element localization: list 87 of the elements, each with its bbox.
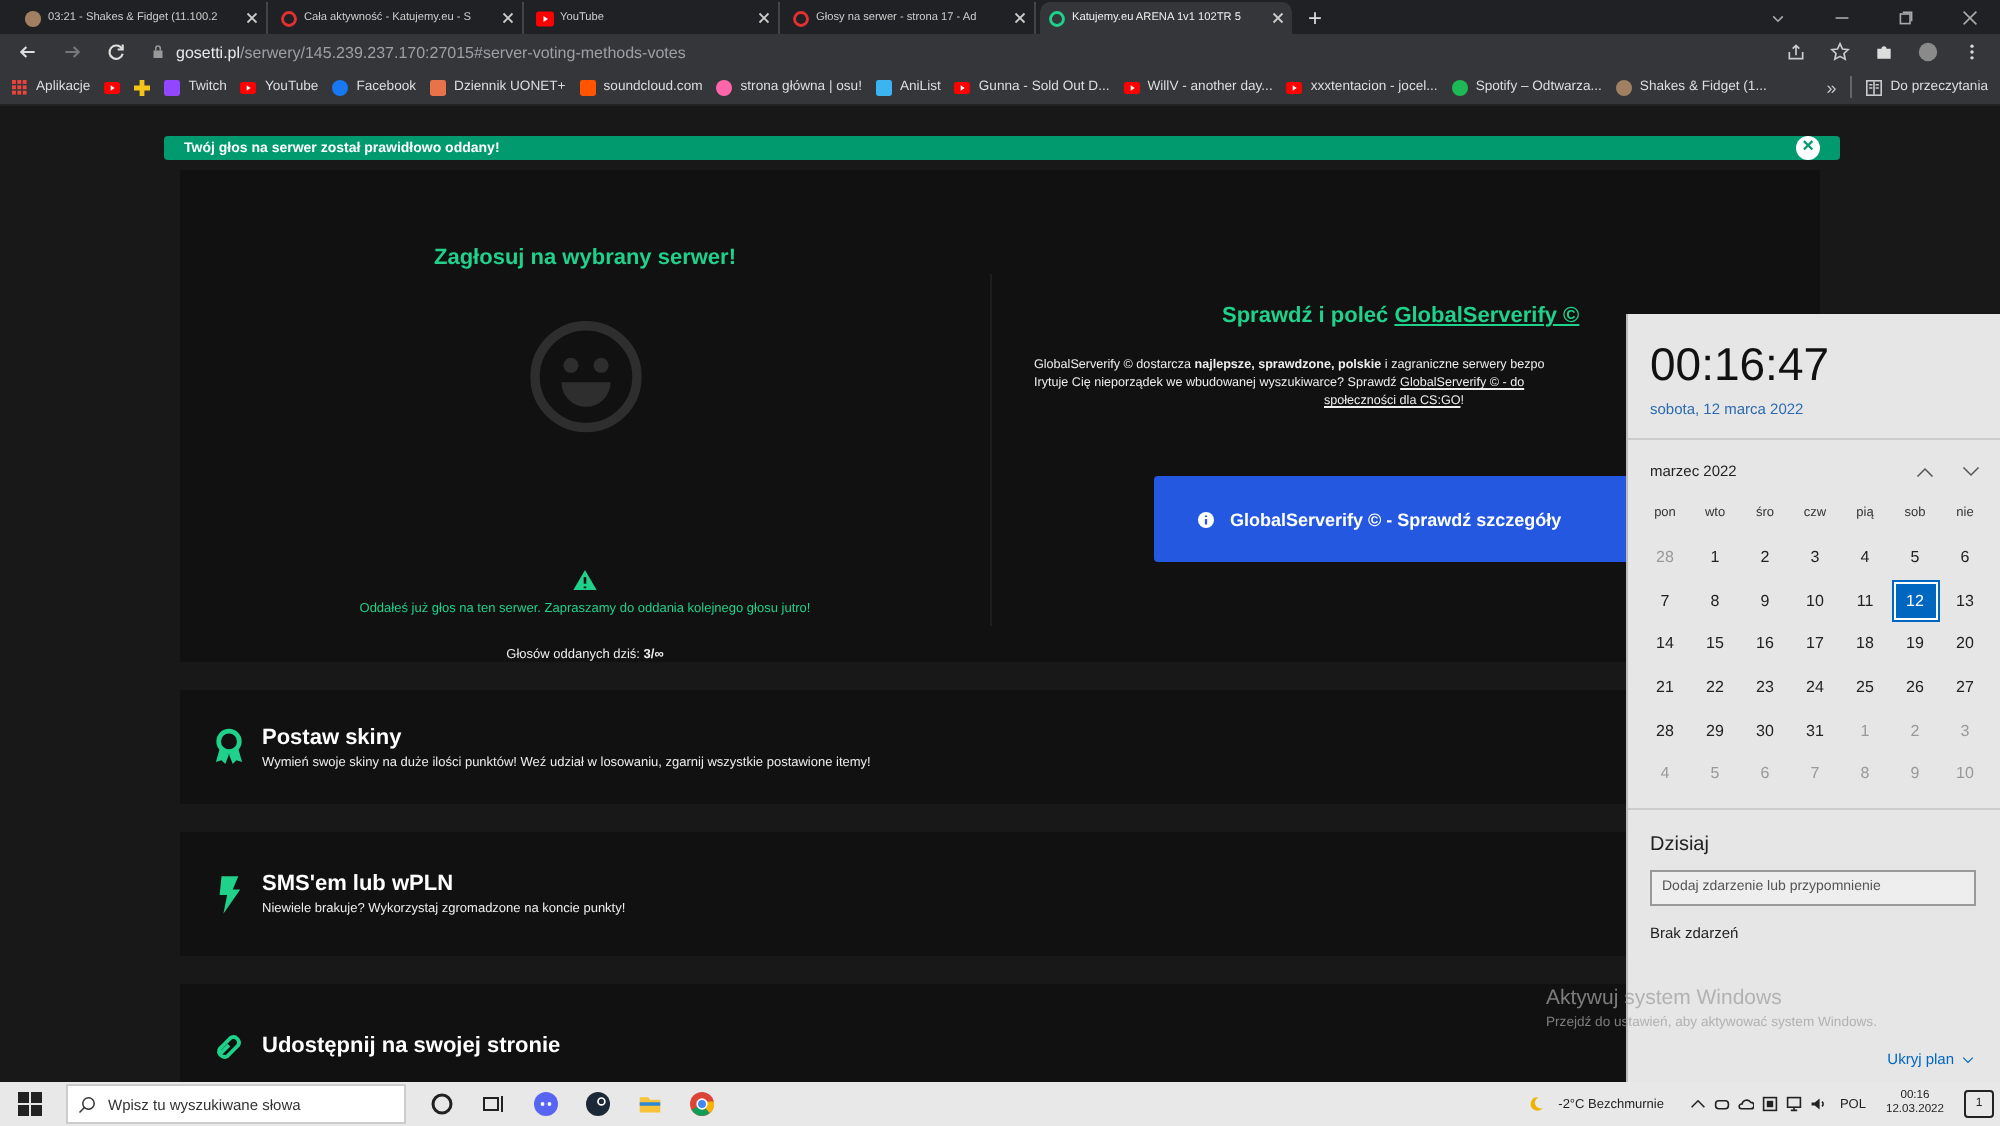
discord-icon[interactable] bbox=[534, 1092, 558, 1116]
calendar-day[interactable]: 27 bbox=[1943, 668, 1987, 707]
windows-start-icon[interactable] bbox=[18, 1092, 42, 1116]
cloud-icon[interactable] bbox=[1737, 1096, 1754, 1112]
chrome-icon[interactable] bbox=[690, 1092, 714, 1116]
new-tab-button[interactable]: + bbox=[1296, 4, 1335, 34]
url-host: gosetti.pl bbox=[176, 43, 241, 61]
promo-link[interactable]: GlobalServerify © bbox=[1394, 304, 1580, 328]
clock-time: 00:16:47 bbox=[1648, 336, 1832, 392]
calendar-day[interactable]: 22 bbox=[1693, 668, 1737, 707]
reload-icon[interactable] bbox=[106, 42, 126, 62]
chevron-down-icon[interactable] bbox=[1770, 10, 1786, 26]
calendar-day[interactable]: 1 bbox=[1693, 538, 1737, 577]
search-icon bbox=[78, 1096, 96, 1114]
calendar-day[interactable]: 20 bbox=[1943, 624, 1987, 663]
calendar-day[interactable]: 30 bbox=[1743, 711, 1787, 750]
steam-icon[interactable] bbox=[586, 1092, 610, 1116]
calendar-day[interactable]: 31 bbox=[1793, 711, 1837, 750]
close-icon[interactable] bbox=[502, 12, 514, 24]
ring-icon bbox=[792, 9, 810, 27]
feature-title: SMS'em lub wPLN bbox=[262, 872, 456, 896]
close-icon[interactable] bbox=[758, 12, 770, 24]
calendar-day[interactable]: 11 bbox=[1843, 581, 1887, 620]
calendar-day[interactable]: 28 bbox=[1643, 711, 1687, 750]
calendar-day[interactable]: 5 bbox=[1893, 538, 1937, 577]
more-bookmarks-button[interactable]: » bbox=[1826, 77, 1837, 97]
calendar-day[interactable]: 7 bbox=[1643, 581, 1687, 620]
calendar-day[interactable]: 16 bbox=[1743, 624, 1787, 663]
calendar-day[interactable]: 18 bbox=[1843, 624, 1887, 663]
chevron-up-icon[interactable] bbox=[1689, 1096, 1706, 1112]
reading-list-icon bbox=[1866, 79, 1883, 95]
ring-icon bbox=[1048, 9, 1066, 27]
calendar-day[interactable]: 13 bbox=[1943, 581, 1987, 620]
promo-heading: Sprawdź i poleć GlobalServerify © bbox=[1220, 304, 1582, 328]
app-tray-icon[interactable] bbox=[1761, 1096, 1778, 1112]
circle-icon[interactable] bbox=[430, 1092, 454, 1116]
chevron-up-icon[interactable] bbox=[1916, 465, 1934, 477]
chevron-down-icon bbox=[1962, 1055, 1974, 1063]
url-path: /serwery/145.239.237.170:27015#server-voting-methods-votes bbox=[240, 43, 686, 61]
character-icon bbox=[24, 9, 42, 27]
lightning-bolt-icon bbox=[214, 875, 244, 913]
star-icon[interactable] bbox=[1830, 42, 1850, 62]
close-icon[interactable] bbox=[1272, 12, 1284, 24]
back-arrow-icon[interactable] bbox=[18, 42, 38, 62]
close-icon[interactable] bbox=[246, 12, 258, 24]
folder-icon[interactable] bbox=[638, 1092, 662, 1116]
task-view-icon[interactable] bbox=[482, 1092, 506, 1116]
calendar-day[interactable]: 26 bbox=[1893, 668, 1937, 707]
calendar-day[interactable]: 15 bbox=[1693, 624, 1737, 663]
calendar-day[interactable]: 23 bbox=[1743, 668, 1787, 707]
calendar-day[interactable]: 4 bbox=[1843, 538, 1887, 577]
feature-title: Udostępnij na swojej stronie bbox=[262, 1034, 561, 1058]
calendar-day[interactable]: 19 bbox=[1893, 624, 1937, 663]
restore-icon[interactable] bbox=[1898, 10, 1914, 26]
close-button[interactable]: × bbox=[1796, 136, 1820, 160]
award-ribbon-icon bbox=[214, 728, 244, 766]
calendar-day[interactable]: 10 bbox=[1793, 581, 1837, 620]
calendar-day[interactable]: 25 bbox=[1843, 668, 1887, 707]
feature-title: Postaw skiny bbox=[262, 725, 404, 749]
calendar-day[interactable]: 6 bbox=[1943, 538, 1987, 577]
calendar-day[interactable]: 9 bbox=[1743, 581, 1787, 620]
calendar-day[interactable]: 12 bbox=[1893, 581, 1937, 620]
smiley-face-icon bbox=[525, 320, 645, 434]
calendar-day[interactable]: 8 bbox=[1693, 581, 1737, 620]
info-icon bbox=[1198, 511, 1214, 527]
calendar-day[interactable]: 21 bbox=[1643, 668, 1687, 707]
lock-icon bbox=[152, 44, 164, 60]
calendar-day[interactable]: 17 bbox=[1793, 624, 1837, 663]
calendar-day[interactable]: 14 bbox=[1643, 624, 1687, 663]
calendar-day[interactable]: 3 bbox=[1793, 538, 1837, 577]
close-icon[interactable] bbox=[1014, 12, 1026, 24]
calendar-day[interactable]: 24 bbox=[1793, 668, 1837, 707]
warning-icon bbox=[572, 569, 598, 590]
share-icon[interactable] bbox=[1786, 42, 1806, 62]
close-icon[interactable] bbox=[1962, 10, 1978, 26]
forward-arrow-icon[interactable] bbox=[62, 42, 82, 62]
speaker-icon[interactable] bbox=[1809, 1096, 1826, 1112]
chevron-down-icon[interactable] bbox=[1962, 465, 1980, 477]
today-heading: Dzisiaj bbox=[1648, 831, 1711, 856]
calendar-day[interactable]: 29 bbox=[1693, 711, 1737, 750]
play-icon bbox=[536, 9, 554, 27]
ring-icon bbox=[280, 9, 298, 27]
vote-heading: Zagłosuj na wybrany serwer! bbox=[434, 246, 736, 270]
avatar-icon[interactable] bbox=[1918, 42, 1938, 62]
network-icon[interactable] bbox=[1785, 1096, 1802, 1112]
details-button[interactable]: GlobalServerify © - Sprawdź szczegóły bbox=[1154, 476, 1628, 562]
calendar-day[interactable]: 2 bbox=[1743, 538, 1787, 577]
